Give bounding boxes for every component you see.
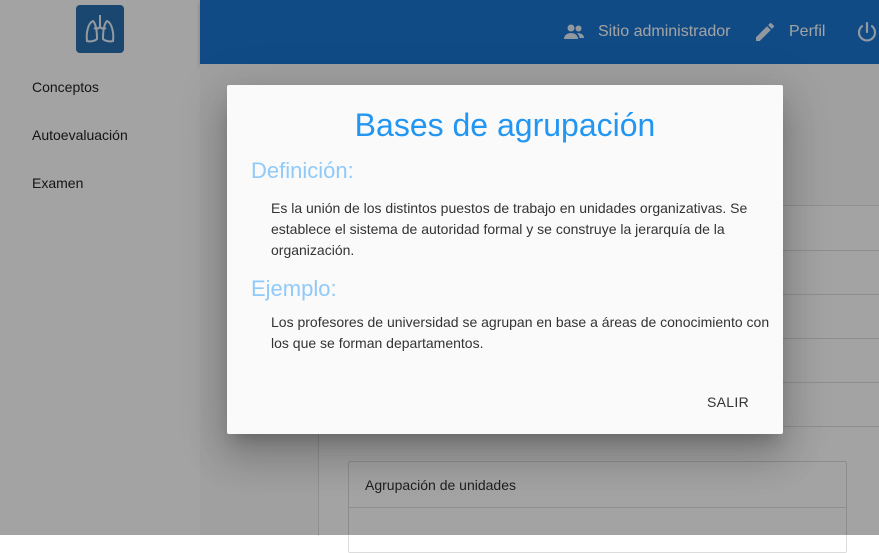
example-heading: Ejemplo:	[251, 276, 337, 301]
definition-text: Es la unión de los distintos puestos de …	[271, 200, 748, 258]
dialog-title: Bases de agrupación	[354, 107, 656, 143]
concept-dialog: Bases de agrupación Definición: Es la un…	[227, 85, 783, 434]
definition-heading: Definición:	[251, 158, 354, 183]
exit-button[interactable]: SALIR	[693, 384, 763, 420]
example-text: Los profesores de universidad se agrupan…	[271, 314, 770, 351]
